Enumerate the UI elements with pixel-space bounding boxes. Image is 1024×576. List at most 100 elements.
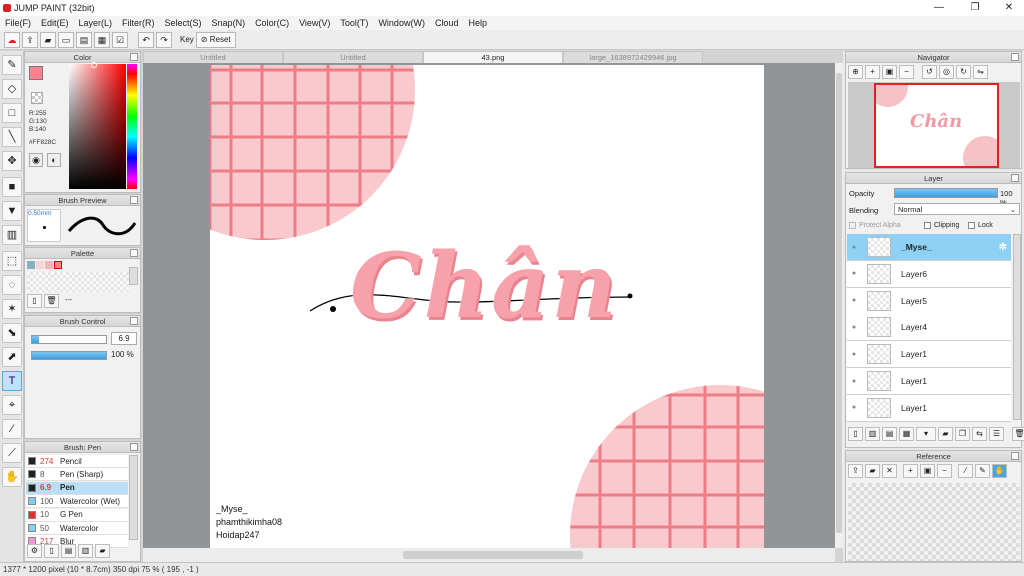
- palette-swatch[interactable]: [54, 261, 62, 269]
- minimize-button[interactable]: —: [924, 0, 954, 16]
- brush-tool-icon[interactable]: ✎: [2, 55, 22, 75]
- blending-select[interactable]: Normal ⌄: [894, 203, 1020, 215]
- panel-menu-icon[interactable]: [130, 53, 138, 61]
- maximize-button[interactable]: ❐: [960, 0, 990, 16]
- select-rect-tool-icon[interactable]: ⬚: [2, 251, 22, 271]
- navigator-viewport[interactable]: Chân: [874, 83, 999, 168]
- copy-layer-icon[interactable]: ▤: [882, 427, 897, 441]
- gear-icon[interactable]: ✲: [999, 242, 1007, 253]
- brush-item[interactable]: 274 Pencil: [26, 455, 128, 468]
- tab-large-jpg[interactable]: large_1638972429946.jpg: [563, 51, 703, 63]
- color-picker-icon[interactable]: ◐: [47, 153, 61, 167]
- layer-row[interactable]: ● Layer1: [847, 368, 1011, 395]
- visibility-icon[interactable]: ●: [847, 351, 861, 358]
- delete-palette-icon[interactable]: 🗑: [44, 294, 59, 308]
- canvas-horizontal-scrollbar[interactable]: [143, 548, 835, 562]
- layer-options-icon[interactable]: ▾: [916, 427, 936, 441]
- page-icon[interactable]: ▤: [76, 31, 92, 48]
- brush-item[interactable]: 6.9 Pen: [26, 481, 128, 495]
- brush-folder-icon[interactable]: ▰: [95, 544, 110, 558]
- eraser-tool-icon[interactable]: ◇: [2, 79, 22, 99]
- layer-row[interactable]: ● Layer4: [847, 314, 1011, 342]
- screen-icon[interactable]: ▭: [58, 31, 74, 48]
- copy-brush-icon[interactable]: ▤: [61, 544, 76, 558]
- reference-area[interactable]: [848, 483, 1020, 561]
- canvas-vertical-scrollbar[interactable]: [835, 63, 843, 548]
- menu-cloud[interactable]: Cloud: [430, 18, 464, 28]
- artwork-canvas[interactable]: Chân _Myse_ phamthikimha08 Hoidap247: [210, 65, 764, 548]
- navigator-preview[interactable]: Chân: [848, 82, 1020, 168]
- brush-item[interactable]: 8 Pen (Sharp): [26, 468, 128, 482]
- new-brush-icon[interactable]: ▯: [44, 544, 59, 558]
- visibility-icon[interactable]: ●: [847, 378, 861, 385]
- select-eraser-tool-icon[interactable]: ⬈: [2, 347, 22, 367]
- undo-icon[interactable]: ↶: [138, 31, 154, 48]
- rotate-reset-icon[interactable]: ◎: [939, 65, 954, 79]
- rotate-left-icon[interactable]: ↺: [922, 65, 937, 79]
- transparent-color-swatch[interactable]: [31, 92, 43, 104]
- dropper-tool-icon[interactable]: ⁄: [2, 419, 22, 439]
- panel-menu-icon[interactable]: [1011, 452, 1019, 460]
- layer-row[interactable]: ● Layer6: [847, 260, 1011, 288]
- checklist-icon[interactable]: ☑: [112, 31, 128, 48]
- brush-item[interactable]: 10 G Pen: [26, 508, 128, 522]
- menu-window[interactable]: Window(W): [373, 18, 430, 28]
- grid-icon[interactable]: ▦: [94, 31, 110, 48]
- menu-edit[interactable]: Edit(E): [36, 18, 74, 28]
- gradient-tool-icon[interactable]: ▥: [2, 225, 22, 245]
- visibility-icon[interactable]: ●: [847, 404, 861, 411]
- menu-tool[interactable]: Tool(T): [335, 18, 373, 28]
- brush-item[interactable]: 50 Watercolor: [26, 522, 128, 535]
- layer-opacity-slider[interactable]: [894, 188, 998, 198]
- saturation-value-picker[interactable]: [69, 64, 126, 189]
- layer-row[interactable]: ● _Myse_ ✲: [847, 234, 1011, 261]
- brush-opacity-slider[interactable]: [31, 351, 107, 360]
- select-pen-tool-icon[interactable]: ⬊: [2, 323, 22, 343]
- palette-area[interactable]: [27, 272, 129, 292]
- close-button[interactable]: ✕: [994, 0, 1024, 16]
- export-icon[interactable]: ⇪: [22, 31, 38, 48]
- folder-icon[interactable]: ▰: [938, 427, 953, 441]
- menu-layer[interactable]: Layer(L): [74, 18, 118, 28]
- operation-tool-icon[interactable]: ⌖: [2, 395, 22, 415]
- zoom-out-icon[interactable]: −: [937, 464, 952, 478]
- rotate-right-icon[interactable]: ↻: [956, 65, 971, 79]
- comment-icon[interactable]: ▰: [40, 31, 56, 48]
- hue-slider[interactable]: [127, 64, 137, 189]
- merge-layer-icon[interactable]: ▦: [899, 427, 914, 441]
- zoom-in-icon[interactable]: +: [903, 464, 918, 478]
- protect-alpha-checkbox[interactable]: [849, 222, 856, 229]
- panel-menu-icon[interactable]: [130, 196, 138, 204]
- panel-menu-icon[interactable]: [130, 317, 138, 325]
- upload-icon[interactable]: ⇪: [848, 464, 863, 478]
- new-layer-icon[interactable]: ▯: [848, 427, 863, 441]
- tab-untitled-1[interactable]: Untitled: [143, 51, 283, 63]
- reset-button[interactable]: ⊘ Reset: [195, 31, 236, 48]
- menu-filter[interactable]: Filter(R): [117, 18, 160, 28]
- tab-untitled-2[interactable]: Untitled: [283, 51, 423, 63]
- open-folder-icon[interactable]: ▰: [865, 464, 880, 478]
- panel-menu-icon[interactable]: [130, 249, 138, 257]
- hand-tool-icon[interactable]: ✋: [2, 467, 22, 487]
- color-set-icon[interactable]: ◉: [29, 153, 43, 167]
- brush-list-scrollbar[interactable]: [129, 455, 138, 540]
- menu-file[interactable]: File(F): [0, 18, 36, 28]
- text-tool-icon[interactable]: T: [2, 371, 22, 391]
- clipping-checkbox[interactable]: [924, 222, 931, 229]
- hand-icon[interactable]: ✋: [992, 464, 1007, 478]
- zoom-actual-icon[interactable]: ▣: [882, 65, 897, 79]
- palette-swatch[interactable]: [27, 261, 35, 269]
- close-reference-icon[interactable]: ✕: [882, 464, 897, 478]
- brush-size-slider[interactable]: [31, 335, 107, 344]
- color-picker-cursor[interactable]: [91, 62, 97, 68]
- visibility-icon[interactable]: ●: [847, 324, 861, 331]
- zoom-fit-icon[interactable]: ▣: [920, 464, 935, 478]
- pen-icon[interactable]: ✎: [975, 464, 990, 478]
- eyedropper-icon[interactable]: ⁄: [958, 464, 973, 478]
- brush-page-icon[interactable]: ▥: [78, 544, 93, 558]
- menu-help[interactable]: Help: [463, 18, 492, 28]
- brush-size-value[interactable]: 6.9: [111, 332, 137, 345]
- menu-color[interactable]: Color(C): [250, 18, 294, 28]
- lasso-tool-icon[interactable]: ◌: [2, 275, 22, 295]
- lock-checkbox[interactable]: [968, 222, 975, 229]
